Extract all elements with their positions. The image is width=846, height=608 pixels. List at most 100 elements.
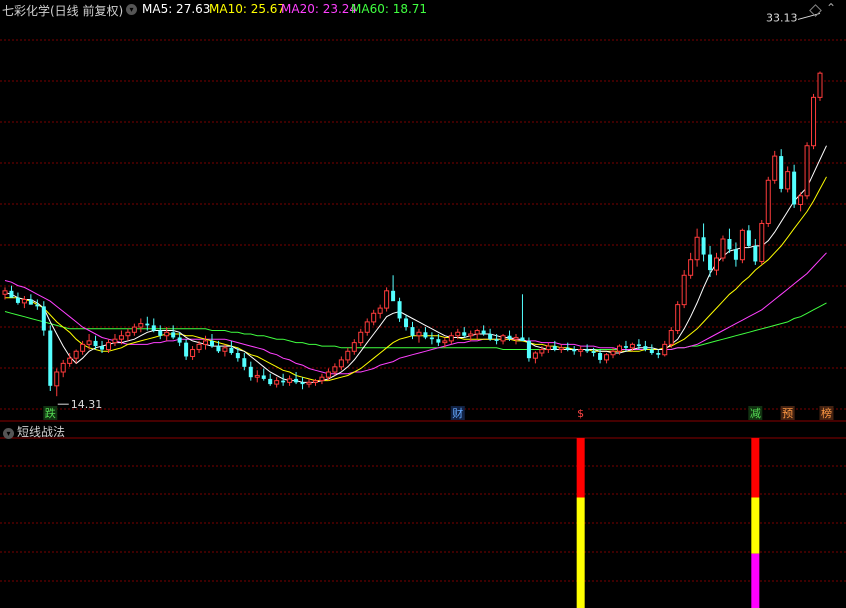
ma60-line — [4, 302, 827, 350]
candle — [397, 301, 402, 319]
candle — [513, 336, 519, 340]
candle — [171, 332, 176, 338]
ma5-value: MA5: 27.63 — [142, 2, 211, 16]
candle — [203, 340, 209, 345]
candle — [254, 374, 260, 378]
candle — [351, 342, 357, 352]
candle — [643, 346, 648, 350]
candle — [545, 345, 551, 351]
candle — [190, 349, 196, 357]
candle — [526, 340, 531, 359]
candle — [158, 330, 163, 336]
candle — [616, 345, 622, 352]
candle — [118, 335, 124, 340]
candle — [578, 349, 584, 352]
candle — [332, 366, 338, 373]
candle — [209, 340, 214, 347]
candle — [792, 171, 797, 205]
ma20-value: MA20: 23.24 — [281, 2, 358, 16]
candle — [364, 321, 370, 333]
candle — [184, 342, 189, 357]
candle — [196, 343, 202, 351]
candle — [80, 343, 86, 352]
arrow-up-icon[interactable]: ⌃ — [826, 1, 836, 15]
candle — [67, 357, 73, 364]
candle — [287, 378, 293, 383]
candle — [817, 72, 823, 98]
candle — [100, 346, 105, 350]
candle — [216, 346, 221, 352]
candle — [222, 347, 228, 352]
candle — [325, 371, 331, 378]
candle — [86, 340, 92, 345]
candle — [804, 145, 810, 197]
candle — [591, 351, 596, 353]
candle — [261, 375, 266, 379]
candle — [746, 230, 751, 246]
candle — [338, 359, 344, 368]
candle — [668, 330, 674, 345]
candle — [656, 353, 661, 355]
event-marker: 跌 — [45, 406, 56, 420]
candle — [785, 171, 791, 190]
low-price-label: 14.31 — [71, 398, 103, 411]
candle — [229, 347, 234, 353]
candle — [48, 330, 53, 386]
candle — [694, 236, 700, 261]
candle — [300, 382, 305, 385]
candle — [41, 306, 46, 331]
candle — [248, 366, 253, 378]
candle — [488, 334, 493, 340]
candle — [610, 350, 616, 356]
indicator-bar-segment — [576, 497, 585, 608]
candle — [319, 376, 325, 382]
candle — [500, 335, 506, 342]
candle — [552, 346, 557, 350]
candle — [636, 344, 641, 347]
candle — [131, 326, 137, 333]
candle — [391, 290, 396, 302]
candle — [649, 349, 654, 353]
candle — [481, 330, 486, 334]
candle — [345, 350, 351, 361]
candle — [623, 346, 628, 348]
chevron-down-icon[interactable]: ▾ — [3, 425, 14, 439]
candle — [455, 331, 461, 337]
candle — [733, 249, 738, 260]
indicator-bar-segment — [751, 438, 760, 498]
candle — [474, 330, 480, 335]
high-price-label: 33.13 — [766, 11, 798, 24]
candle — [281, 380, 286, 383]
candle — [720, 238, 726, 259]
candle — [145, 323, 150, 326]
indicator-bar-segment — [751, 497, 760, 554]
candle — [779, 156, 784, 189]
candle — [811, 96, 817, 147]
candle — [73, 350, 79, 359]
event-marker: 财 — [452, 406, 463, 420]
candle — [125, 331, 131, 337]
candle — [759, 222, 765, 262]
candle — [54, 371, 60, 387]
candle — [494, 339, 499, 341]
candle — [798, 195, 804, 205]
candle — [714, 257, 720, 271]
candle — [436, 339, 441, 343]
candle — [604, 354, 610, 361]
ma5-line — [4, 145, 827, 383]
candle — [268, 378, 273, 385]
candle — [21, 298, 27, 304]
kline-chart[interactable]: 33.13 14.31 跌 财 $ 减 预 榜 — [0, 0, 846, 608]
candle — [274, 380, 280, 385]
candle — [9, 290, 14, 298]
candle — [294, 378, 299, 383]
candle — [164, 331, 170, 337]
candle — [35, 304, 40, 307]
candle — [598, 353, 603, 360]
candle — [539, 349, 545, 354]
candle — [416, 331, 422, 337]
candle — [708, 254, 713, 271]
candle — [151, 325, 156, 331]
candle — [404, 318, 409, 328]
candle — [423, 332, 428, 338]
